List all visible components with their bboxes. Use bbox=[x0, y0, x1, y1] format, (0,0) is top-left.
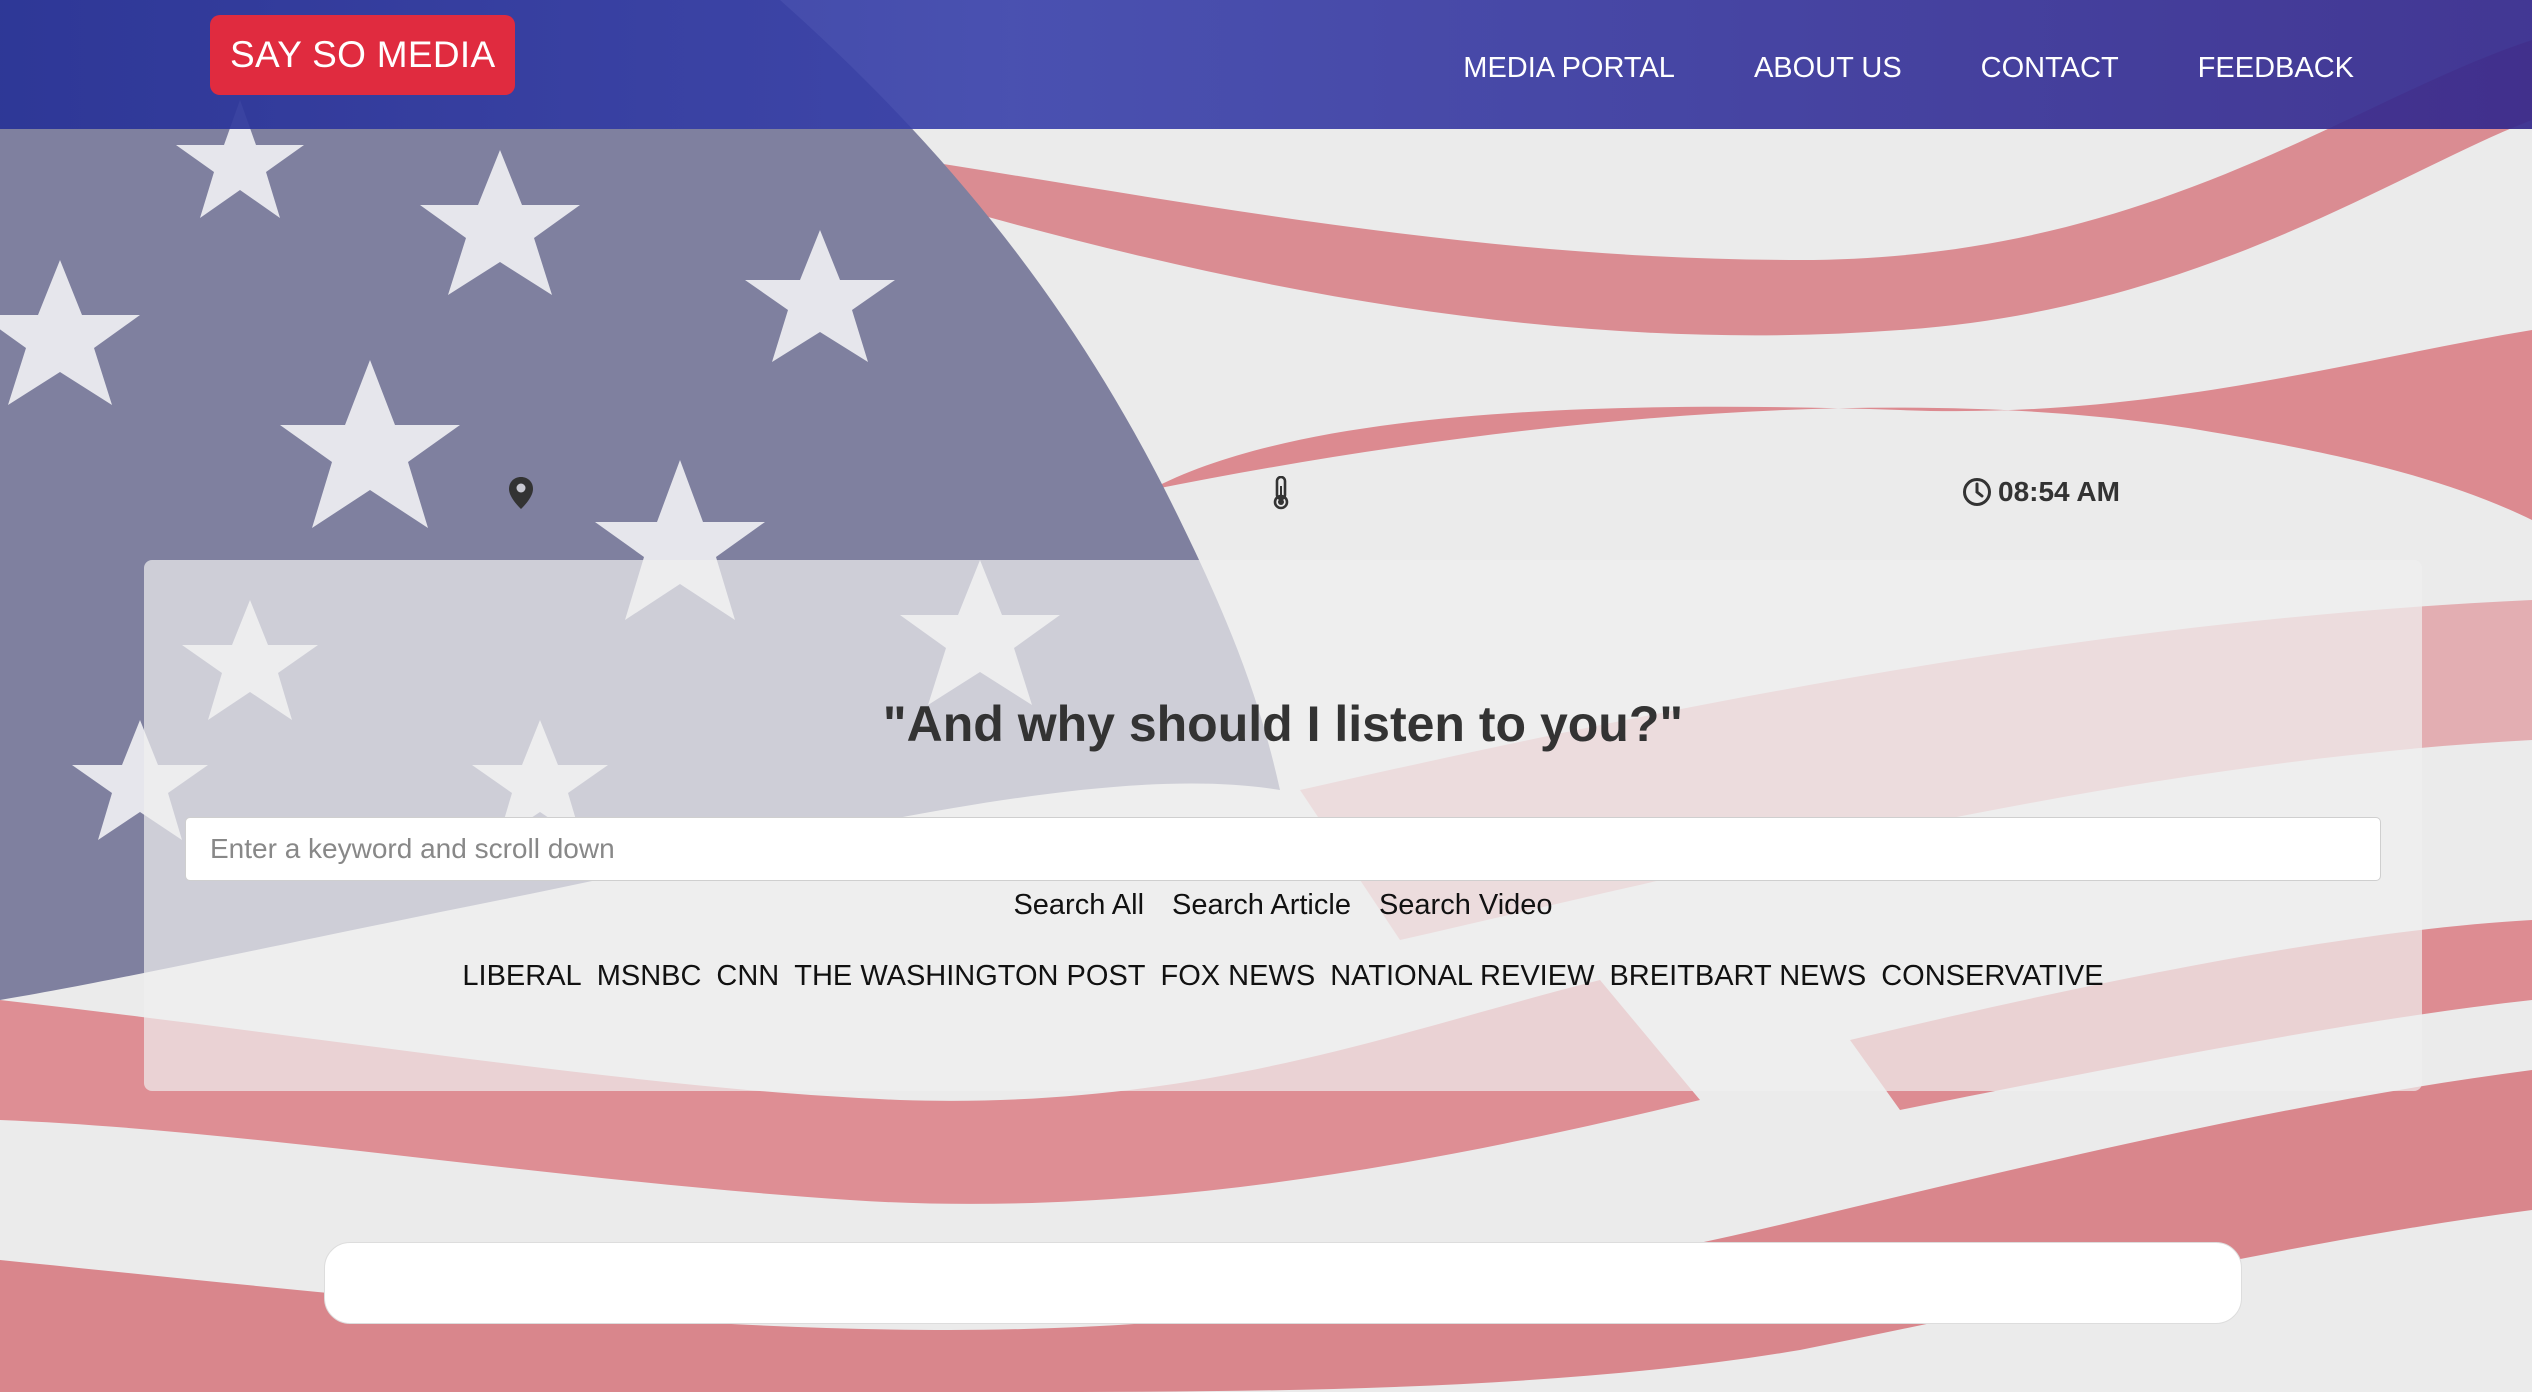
source-washington-post[interactable]: THE WASHINGTON POST bbox=[794, 956, 1145, 996]
source-msnbc[interactable]: MSNBC bbox=[597, 956, 702, 996]
search-article-button[interactable]: Search Article bbox=[1172, 885, 1351, 925]
page-headline: "And why should I listen to you?" bbox=[882, 696, 1684, 752]
info-row: 08:54 AM bbox=[0, 476, 2532, 524]
source-cnn[interactable]: CNN bbox=[716, 956, 779, 996]
source-liberal[interactable]: LIBERAL bbox=[462, 956, 581, 996]
search-panel: "And why should I listen to you?" Search… bbox=[144, 560, 2422, 1091]
clock-icon bbox=[1962, 477, 1992, 507]
nav-feedback[interactable]: FEEDBACK bbox=[2198, 40, 2354, 96]
nav-media-portal[interactable]: MEDIA PORTAL bbox=[1463, 40, 1675, 96]
search-video-button[interactable]: Search Video bbox=[1379, 885, 1553, 925]
search-all-button[interactable]: Search All bbox=[1013, 885, 1144, 925]
nav-contact[interactable]: CONTACT bbox=[1981, 40, 2119, 96]
source-fox-news[interactable]: FOX NEWS bbox=[1161, 956, 1316, 996]
top-navbar: SAY SO MEDIA MEDIA PORTAL ABOUT US CONTA… bbox=[0, 0, 2532, 129]
results-box[interactable] bbox=[324, 1242, 2242, 1324]
nav-links: MEDIA PORTAL ABOUT US CONTACT FEEDBACK bbox=[1463, 40, 2354, 96]
map-pin-icon bbox=[508, 476, 534, 510]
thermometer-icon bbox=[1271, 476, 1291, 510]
source-filter-list: LIBERAL MSNBC CNN THE WASHINGTON POST FO… bbox=[144, 956, 2422, 996]
logo-button[interactable]: SAY SO MEDIA bbox=[210, 15, 516, 95]
source-breitbart-news[interactable]: BREITBART NEWS bbox=[1609, 956, 1866, 996]
time-info: 08:54 AM bbox=[1962, 476, 2120, 508]
temperature-info bbox=[1271, 476, 1291, 510]
source-national-review[interactable]: NATIONAL REVIEW bbox=[1330, 956, 1594, 996]
search-mode-buttons: Search All Search Article Search Video bbox=[144, 885, 2422, 925]
current-time: 08:54 AM bbox=[1998, 476, 2120, 507]
search-input[interactable] bbox=[185, 817, 2381, 881]
source-conservative[interactable]: CONSERVATIVE bbox=[1881, 956, 2103, 996]
nav-about-us[interactable]: ABOUT US bbox=[1754, 40, 1902, 96]
location-info bbox=[508, 476, 534, 510]
